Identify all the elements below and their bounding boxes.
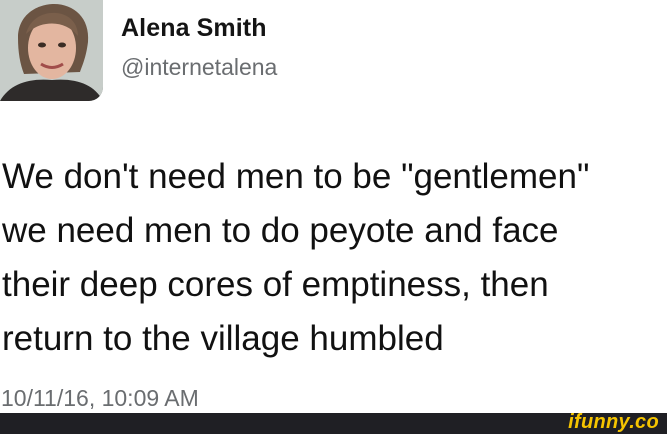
tweet-text: We don't need men to be "gentlemen" we n… [2,157,590,358]
watermark-bar: ifunny.co [0,411,667,434]
profile-photo [0,0,103,101]
username-handle[interactable]: @internetalena [121,54,277,81]
ifunny-watermark: ifunny.co [568,411,659,433]
avatar[interactable] [0,0,103,101]
display-name[interactable]: Alena Smith [121,14,267,43]
tweet-timestamp: 10/11/16, 10:09 AM [1,385,199,411]
